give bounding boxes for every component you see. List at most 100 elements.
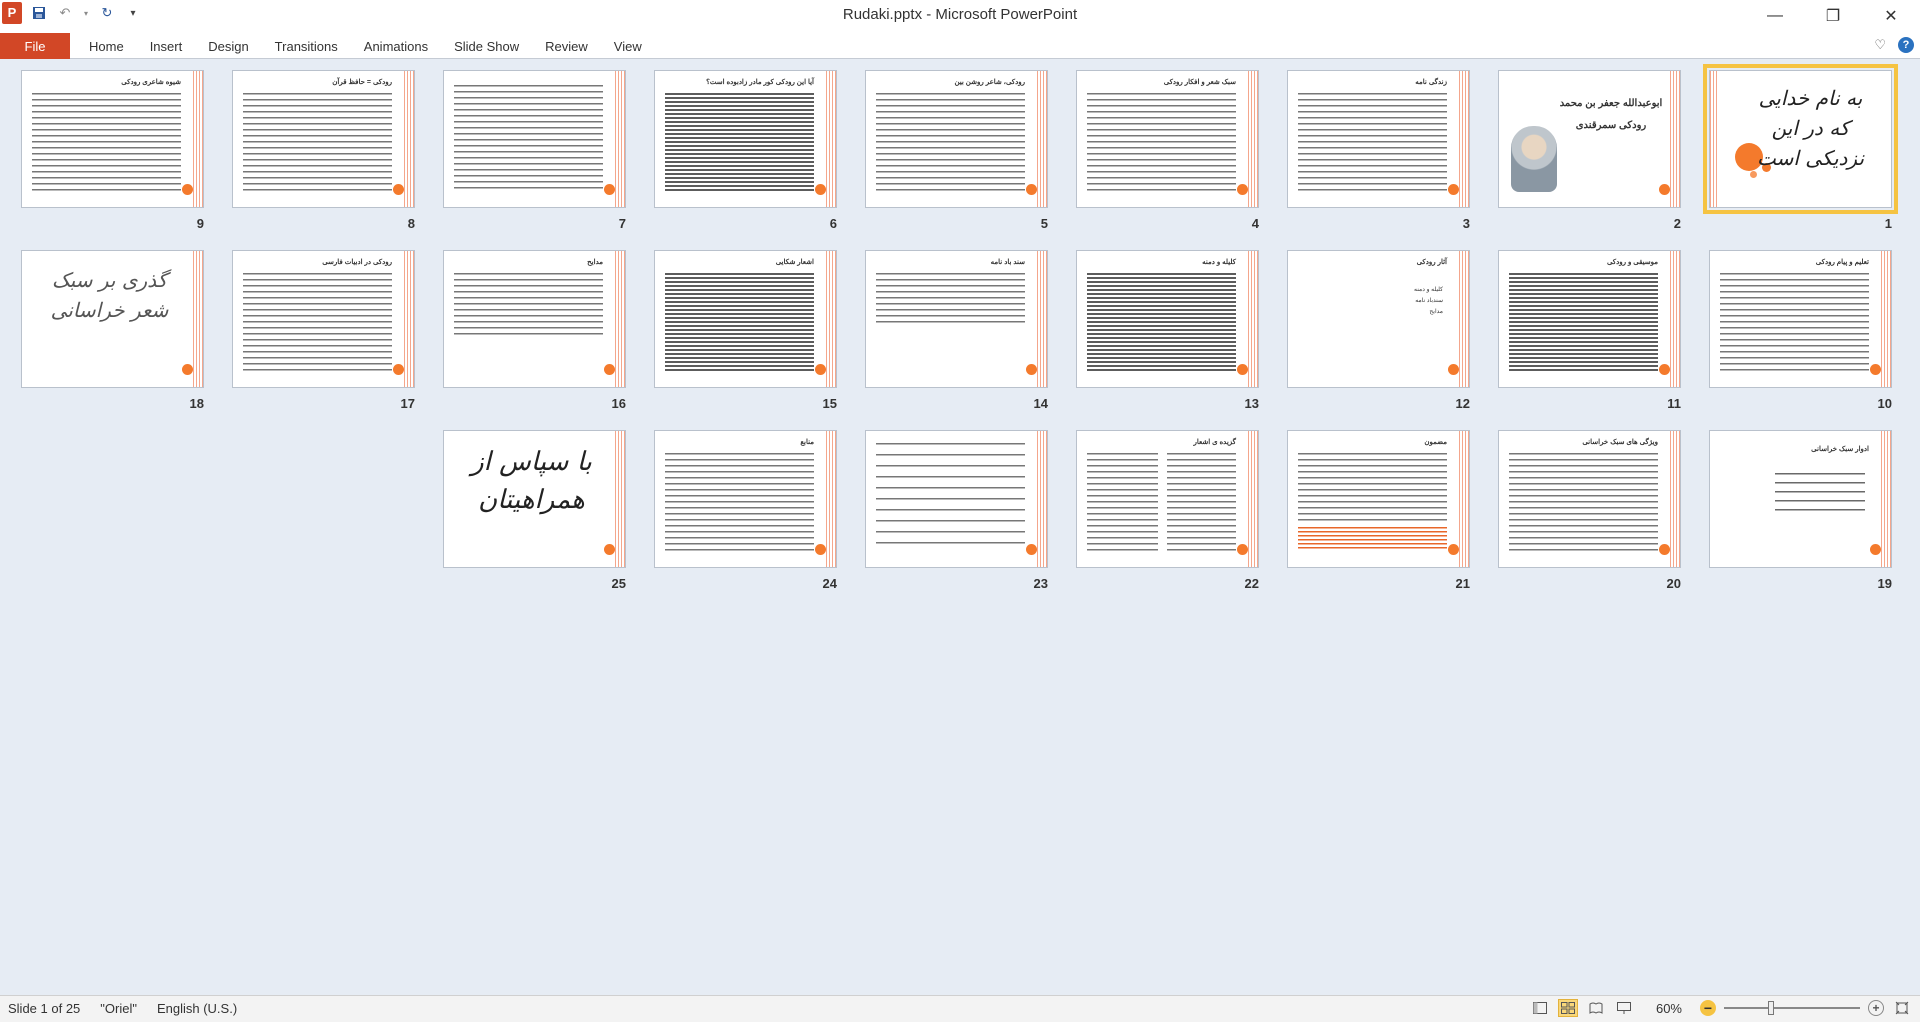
- slide-title: ویژگی های سبک خراسانی: [1582, 439, 1658, 446]
- slide-thumbnail-9[interactable]: شیوه شاعری رودکی 9: [21, 70, 204, 231]
- slide-title: موسیقی و رودکی: [1606, 259, 1658, 266]
- fit-to-window-icon[interactable]: [1892, 999, 1912, 1017]
- slide-stripe: [1035, 251, 1047, 387]
- redo-icon[interactable]: ↻: [98, 4, 116, 22]
- slide-sorter-view-icon[interactable]: [1557, 999, 1578, 1017]
- slide-number: 3: [1462, 216, 1470, 231]
- slide-title: گزیده ی اشعار: [1193, 439, 1236, 446]
- slide-show-view-icon[interactable]: [1614, 999, 1634, 1017]
- slide-count[interactable]: Slide 1 of 25: [8, 1001, 80, 1016]
- close-icon[interactable]: ✕: [1862, 0, 1920, 31]
- slide-title: تعلیم و پیام رودکی: [1815, 259, 1869, 266]
- slide-preview: گزیده ی اشعار: [1076, 430, 1259, 568]
- slide-preview: اشعار شکایی: [654, 250, 837, 388]
- slide-number: 17: [400, 396, 415, 411]
- slide-thumbnail-4[interactable]: سبک شعر و افکار رودکی 4: [1076, 70, 1259, 231]
- restore-icon[interactable]: ❐: [1804, 0, 1862, 31]
- zoom-slider[interactable]: [1724, 1001, 1860, 1015]
- slide-dot: [182, 364, 193, 375]
- slide-thumbnail-15[interactable]: اشعار شکایی 15: [654, 250, 837, 411]
- slide-title: آیا این رودکی کور مادر زادبوده است؟: [706, 79, 814, 86]
- slide-thumbnail-3[interactable]: زندگی نامه 3: [1287, 70, 1470, 231]
- highlighted-text: [1298, 527, 1447, 551]
- tab-insert[interactable]: Insert: [137, 33, 196, 59]
- slide-preview: مدایح: [443, 250, 626, 388]
- slide-preview: به نام خدایی که در این نزدیکی است: [1703, 64, 1898, 214]
- slide-body-text: [665, 273, 814, 371]
- zoom-level[interactable]: 60%: [1656, 1001, 1682, 1016]
- slide-thumbnail-1[interactable]: به نام خدایی که در این نزدیکی است 1: [1703, 64, 1898, 231]
- tab-review[interactable]: Review: [532, 33, 601, 59]
- zoom-slider-thumb[interactable]: [1768, 1001, 1774, 1015]
- slide-thumbnail-5[interactable]: رودکی، شاعر روشن بین 5: [865, 70, 1048, 231]
- slide-body-text-left: [1087, 453, 1158, 551]
- customize-qat-icon[interactable]: ▾: [124, 4, 142, 22]
- slide-number: 23: [1033, 576, 1048, 591]
- slide-thumbnail-2[interactable]: ابوعبدالله جعفر بن محمد رودکی سمرقندی 2: [1498, 70, 1681, 231]
- slide-thumbnail-13[interactable]: کلیله و دمنه 13: [1076, 250, 1259, 411]
- slide-heading-line: ابوعبدالله جعفر بن محمد: [1559, 98, 1663, 109]
- slide-title: آثار رودکی: [1416, 259, 1447, 266]
- slide-thumbnail-16[interactable]: مدایح 16: [443, 250, 626, 411]
- tab-view[interactable]: View: [601, 33, 655, 59]
- slide-thumbnail-18[interactable]: گذری بر سبک شعر خراسانی 18: [21, 250, 204, 411]
- slide-thumbnail-17[interactable]: رودکی در ادبیات فارسی 17: [232, 250, 415, 411]
- slide-thumbnail-14[interactable]: سند باد نامه 14: [865, 250, 1048, 411]
- slide-dot: [604, 184, 615, 195]
- slide-body-text: [1087, 273, 1236, 371]
- slide-title: منابع: [800, 439, 814, 446]
- slide-thumbnail-20[interactable]: ویژگی های سبک خراسانی 20: [1498, 430, 1681, 591]
- tab-animations[interactable]: Animations: [351, 33, 441, 59]
- theme-name[interactable]: "Oriel": [100, 1001, 137, 1016]
- powerpoint-logo-icon[interactable]: P: [2, 2, 22, 24]
- slide-thumbnail-22[interactable]: گزیده ی اشعار 22: [1076, 430, 1259, 591]
- slide-stripe: [1879, 431, 1891, 567]
- slide-stripe: [613, 431, 625, 567]
- help-icon[interactable]: ?: [1898, 37, 1914, 53]
- slide-thumbnail-24[interactable]: منابع 24: [654, 430, 837, 591]
- tab-home[interactable]: Home: [76, 33, 137, 59]
- tab-transitions[interactable]: Transitions: [262, 33, 351, 59]
- slide-preview: مضمون: [1287, 430, 1470, 568]
- slide-thumbnail-19[interactable]: ادوار سبک خراسانی 19: [1709, 430, 1892, 591]
- undo-icon[interactable]: ↶: [56, 4, 74, 22]
- slide-body-text: [454, 273, 603, 337]
- slide-title: رودکی در ادبیات فارسی: [322, 259, 392, 266]
- slide-title: اشعار شکایی: [775, 259, 814, 266]
- slide-title: رودکی، شاعر روشن بین: [954, 79, 1025, 86]
- slide-dot: [604, 544, 615, 555]
- minimize-icon[interactable]: —: [1746, 0, 1804, 31]
- slide-thumbnail-25[interactable]: با سپاس از همراهیتان 25: [443, 430, 626, 591]
- slide-stripe: [1457, 251, 1469, 387]
- slide-stripe: [613, 251, 625, 387]
- undo-dropdown-icon[interactable]: ▾: [82, 4, 90, 22]
- slide-body-text: [665, 453, 814, 551]
- slide-thumbnail-7[interactable]: 7: [443, 70, 626, 231]
- slide-stripe: [1457, 71, 1469, 207]
- zoom-in-button[interactable]: +: [1868, 1000, 1884, 1016]
- slide-thumbnail-6[interactable]: آیا این رودکی کور مادر زادبوده است؟ 6: [654, 70, 837, 231]
- slide-thumbnail-11[interactable]: موسیقی و رودکی 11: [1498, 250, 1681, 411]
- slide-thumbnail-21[interactable]: مضمون 21: [1287, 430, 1470, 591]
- language-indicator[interactable]: English (U.S.): [157, 1001, 237, 1016]
- slide-title: زندگی نامه: [1415, 79, 1447, 86]
- slide-title: رودکی = حافظ قرآن: [332, 79, 392, 86]
- slide-thumbnail-8[interactable]: رودکی = حافظ قرآن 8: [232, 70, 415, 231]
- slide-thumbnail-10[interactable]: تعلیم و پیام رودکی 10: [1709, 250, 1892, 411]
- tab-file[interactable]: File: [0, 33, 70, 59]
- slide-stripe: [824, 71, 836, 207]
- reading-view-icon[interactable]: [1586, 999, 1606, 1017]
- slide-thumbnail-12[interactable]: آثار رودکی کلیله و دمنه سندباد نامه مدای…: [1287, 250, 1470, 411]
- zoom-out-button[interactable]: −: [1700, 1000, 1716, 1016]
- slide-number: 19: [1877, 576, 1892, 591]
- tab-design[interactable]: Design: [195, 33, 261, 59]
- tab-slide-show[interactable]: Slide Show: [441, 33, 532, 59]
- slide-number: 21: [1455, 576, 1470, 591]
- slide-body-text: [1509, 453, 1658, 551]
- slide-preview: ادوار سبک خراسانی: [1709, 430, 1892, 568]
- save-icon[interactable]: [30, 4, 48, 22]
- slide-list: کلیله و دمنه سندباد نامه مدایح: [1414, 285, 1443, 318]
- normal-view-icon[interactable]: [1530, 999, 1550, 1017]
- expand-ribbon-icon[interactable]: ♡: [1874, 37, 1886, 53]
- slide-thumbnail-23[interactable]: 23: [865, 430, 1048, 591]
